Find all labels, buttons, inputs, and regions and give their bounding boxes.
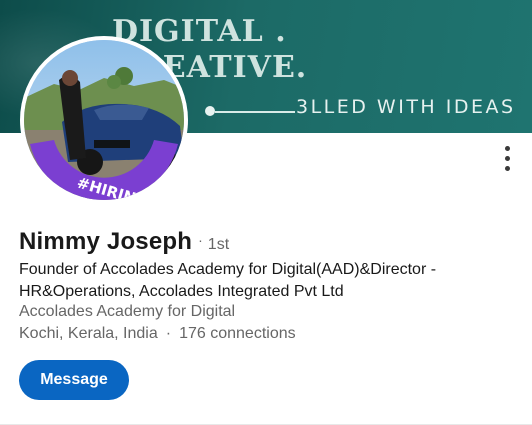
avatar[interactable]: #HIRING <box>20 36 188 204</box>
profile-headline: Founder of Accolades Academy for Digital… <box>19 261 437 300</box>
banner-tagline: 3LLED WITH IDEAS <box>296 96 516 118</box>
profile-card: DIGITAL . CREATIVE. 3LLED WITH IDEAS #HI… <box>0 0 532 425</box>
name-separator: · <box>198 232 203 248</box>
more-vertical-icon <box>504 145 510 151</box>
banner-line <box>215 111 295 113</box>
current-company[interactable]: Accolades Academy for Digital <box>19 302 235 322</box>
connection-degree: 1st <box>207 236 230 253</box>
connections-count[interactable]: 176 connections <box>179 325 296 342</box>
banner-dot <box>205 106 215 116</box>
name-row: Nimmy Joseph · 1st <box>19 228 229 256</box>
location-separator: · <box>165 325 172 342</box>
message-button[interactable]: Message <box>19 360 129 400</box>
avatar-photo: #HIRING <box>24 40 184 200</box>
profile-location: Kochi, Kerala, India <box>19 325 158 342</box>
profile-name[interactable]: Nimmy Joseph <box>19 228 192 256</box>
location-row: Kochi, Kerala, India · 176 connections <box>19 324 296 344</box>
more-options-button[interactable] <box>494 142 520 174</box>
hiring-frame: #HIRING <box>30 140 178 200</box>
